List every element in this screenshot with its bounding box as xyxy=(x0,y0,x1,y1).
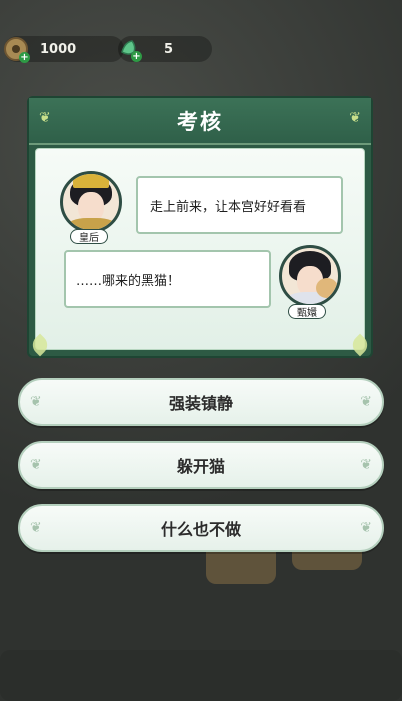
corner-leaf-icon xyxy=(348,333,372,357)
leaf-ornament-icon: ❦ xyxy=(349,110,361,126)
option-button-3[interactable]: ❦ 什么也不做 ❦ xyxy=(18,504,384,552)
speech-text-left: 走上前来，让本宫好好看看 xyxy=(150,199,307,215)
leaf-ornament-icon: ❦ xyxy=(39,110,51,126)
coin-counter[interactable]: + 1000 xyxy=(4,36,124,63)
leaf-ornament-icon: ❦ xyxy=(30,520,42,536)
speaker-name-tag: 甄嬛 xyxy=(288,304,326,319)
bottom-nav-dim xyxy=(0,650,402,701)
add-gem-icon[interactable]: + xyxy=(131,51,142,62)
leaf-ornament-icon: ❦ xyxy=(30,394,42,410)
option-button-2[interactable]: ❦ 躲开猫 ❦ xyxy=(18,441,384,489)
add-coin-icon[interactable]: + xyxy=(19,52,30,63)
corner-leaf-icon xyxy=(28,333,52,357)
leaf-ornament-icon: ❦ xyxy=(360,394,372,410)
dialog-body: 皇后 走上前来，让本宫好好看看 ……哪来的黑猫！ 甄嬛 xyxy=(28,148,372,357)
speech-bubble-left: 走上前来，让本宫好好看看 xyxy=(136,176,343,234)
zhenhuan-avatar xyxy=(279,245,341,307)
option-button-1[interactable]: ❦ 强装镇静 ❦ xyxy=(18,378,384,426)
dog-icon xyxy=(316,278,338,298)
speech-text-right: ……哪来的黑猫！ xyxy=(76,273,181,289)
dialog-title-bar: ❦ 考核 ❦ xyxy=(29,98,371,145)
speech-bubble-right: ……哪来的黑猫！ xyxy=(64,250,271,308)
empress-avatar xyxy=(60,171,122,233)
gem-counter[interactable]: + 5 xyxy=(118,36,212,62)
leaf-ornament-icon: ❦ xyxy=(360,457,372,473)
option-label: 强装镇静 xyxy=(168,394,233,413)
option-label: 什么也不做 xyxy=(160,520,241,539)
leaf-ornament-icon: ❦ xyxy=(360,520,372,536)
jade-gem-icon: + xyxy=(118,38,142,62)
speaker-name-tag: 皇后 xyxy=(70,229,108,244)
dialog-title: 考核 xyxy=(177,109,223,134)
coin-icon: + xyxy=(4,37,30,63)
coin-amount: 1000 xyxy=(40,41,77,57)
leaf-ornament-icon: ❦ xyxy=(30,457,42,473)
gem-amount: 5 xyxy=(164,41,174,57)
option-label: 躲开猫 xyxy=(176,457,225,476)
assessment-dialog: ❦ 考核 ❦ 皇后 走上前来，让本宫好好看看 ……哪来的黑猫！ 甄嬛 xyxy=(27,96,373,358)
